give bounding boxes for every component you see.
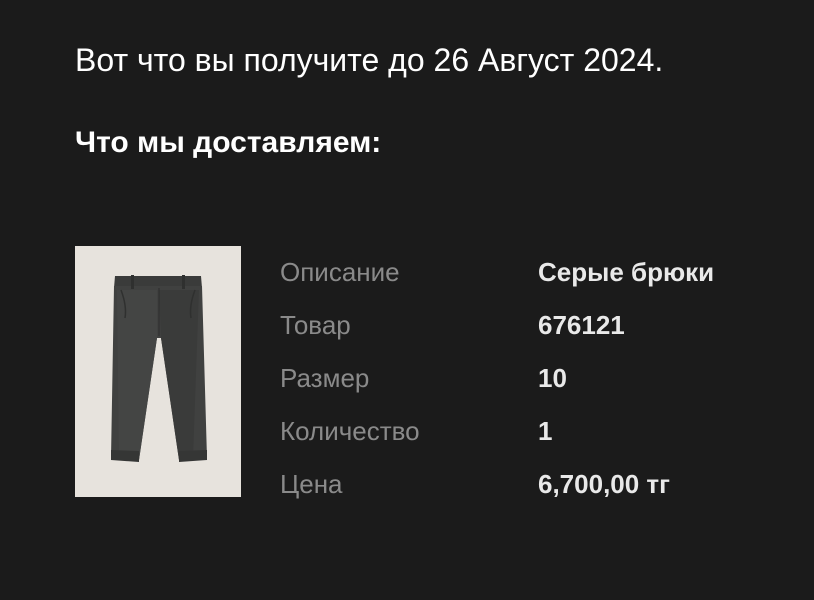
detail-label: Размер <box>280 363 370 393</box>
detail-value: 676121 <box>538 310 625 340</box>
delivery-date-headline: Вот что вы получите до 26 Август 2024. <box>75 42 664 78</box>
detail-label: Цена <box>280 469 343 499</box>
detail-label: Количество <box>280 416 420 446</box>
trousers-icon <box>111 275 207 462</box>
detail-value: 1 <box>538 416 553 446</box>
detail-row-size: Размер 10 <box>280 352 780 405</box>
detail-value: 10 <box>538 363 567 393</box>
product-details: Описание Серые брюки Товар 676121 Размер… <box>280 246 780 511</box>
section-title: Что мы доставляем: <box>75 126 382 159</box>
detail-row-description: Описание Серые брюки <box>280 246 780 299</box>
detail-row-price: Цена 6,700,00 тг <box>280 458 780 511</box>
product-image <box>75 246 241 497</box>
detail-row-quantity: Количество 1 <box>280 405 780 458</box>
detail-label: Описание <box>280 257 400 287</box>
detail-value: 6,700,00 тг <box>538 469 670 499</box>
detail-label: Товар <box>280 310 351 340</box>
detail-value: Серые брюки <box>538 257 715 287</box>
detail-row-item: Товар 676121 <box>280 299 780 352</box>
